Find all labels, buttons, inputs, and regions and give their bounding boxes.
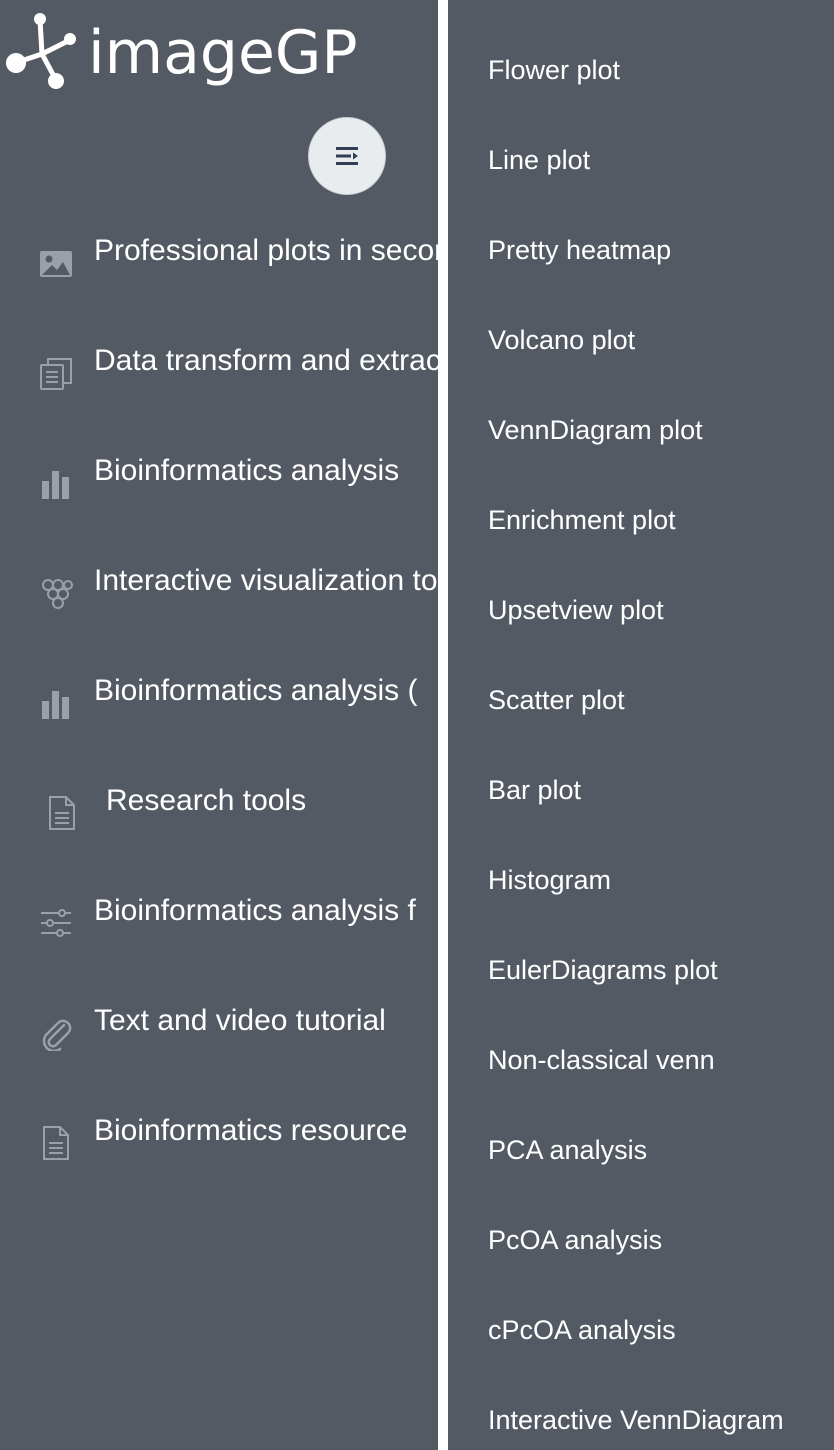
sidebar-item-label: Text and video tutorial <box>94 1004 386 1037</box>
sidebar-item-label: Interactive visualization tools <box>94 564 438 597</box>
sidebar-item-professional-plots[interactable]: Professional plots in seconds <box>0 197 438 307</box>
sidebar-item-label: Bioinformatics analysis ( <box>94 674 418 707</box>
sidebar-item-bioinformatics-analysis-3[interactable]: Bioinformatics analysis f <box>0 857 438 967</box>
copy-icon <box>40 358 72 390</box>
submenu-item-volcano-plot[interactable]: Volcano plot <box>488 320 635 360</box>
sidebar-item-label: Professional plots in seconds <box>94 234 438 267</box>
submenu-item-line-plot[interactable]: Line plot <box>488 140 590 180</box>
menu-fold-icon <box>336 147 358 165</box>
sidebar-item-label: Data transform and extraction <box>94 344 438 377</box>
sidebar-item-bioinformatics-resource[interactable]: Bioinformatics resource <box>0 1077 438 1187</box>
submenu-item-histogram[interactable]: Histogram <box>488 860 611 900</box>
sidebar-toggle-button[interactable] <box>308 117 386 195</box>
sidebar-item-research-tools[interactable]: Research tools <box>0 747 438 857</box>
sidebar-item-tutorial[interactable]: Text and video tutorial <box>0 967 438 1077</box>
submenu-item-cpcoa-analysis[interactable]: cPcOA analysis <box>488 1310 676 1350</box>
submenu-item-flower-plot[interactable]: Flower plot <box>488 50 620 90</box>
sidebar: imageGP Professional plots in seconds <box>0 0 438 1450</box>
sidebar-item-label: Bioinformatics resource <box>94 1114 408 1147</box>
file-text-icon <box>43 1126 69 1160</box>
sidebar-menu: Professional plots in seconds Data trans… <box>0 197 438 1187</box>
submenu-item-eulerdiagrams-plot[interactable]: EulerDiagrams plot <box>488 950 718 990</box>
submenu-item-pca-analysis[interactable]: PCA analysis <box>488 1130 647 1170</box>
submenu-item-bar-plot[interactable]: Bar plot <box>488 770 581 810</box>
app-root: imageGP Professional plots in seconds <box>0 0 834 1450</box>
submenu-item-interactive-venndiagram[interactable]: Interactive VennDiagram <box>488 1400 784 1440</box>
submenu-item-upsetview-plot[interactable]: Upsetview plot <box>488 590 664 630</box>
file-text-icon <box>49 796 75 830</box>
paperclip-icon <box>42 1019 72 1051</box>
sidebar-item-label: Bioinformatics analysis <box>94 454 400 487</box>
sidebar-item-interactive-visualization[interactable]: Interactive visualization tools <box>0 527 438 637</box>
logo-text: imageGP <box>88 18 358 88</box>
submenu-item-non-classical-venn[interactable]: Non-classical venn <box>488 1040 715 1080</box>
image-icon <box>40 251 72 277</box>
submenu-item-pcoa-analysis[interactable]: PcOA analysis <box>488 1220 662 1260</box>
sidebar-item-bioinformatics-analysis[interactable]: Bioinformatics analysis <box>0 417 438 527</box>
panel-divider <box>438 0 448 1450</box>
sidebar-item-label: Bioinformatics analysis f <box>94 894 416 927</box>
submenu-item-venndiagram-plot[interactable]: VennDiagram plot <box>488 410 703 450</box>
sidebar-item-label: Research tools <box>106 784 307 817</box>
submenu-item-scatter-plot[interactable]: Scatter plot <box>488 680 625 720</box>
submenu-item-pretty-heatmap[interactable]: Pretty heatmap <box>488 230 671 270</box>
sliders-icon <box>41 909 71 937</box>
molecule-logo-icon <box>6 13 76 89</box>
bar-chart-icon <box>42 691 69 719</box>
sidebar-item-data-transform[interactable]: Data transform and extraction <box>0 307 438 417</box>
bar-chart-icon <box>42 471 69 499</box>
submenu-item-enrichment-plot[interactable]: Enrichment plot <box>488 500 676 540</box>
logo[interactable]: imageGP <box>4 10 434 96</box>
sidebar-item-bioinformatics-analysis-2[interactable]: Bioinformatics analysis ( <box>0 637 438 747</box>
grapes-icon <box>42 579 73 609</box>
submenu-panel: Flower plot Line plot Pretty heatmap Vol… <box>448 0 834 1450</box>
